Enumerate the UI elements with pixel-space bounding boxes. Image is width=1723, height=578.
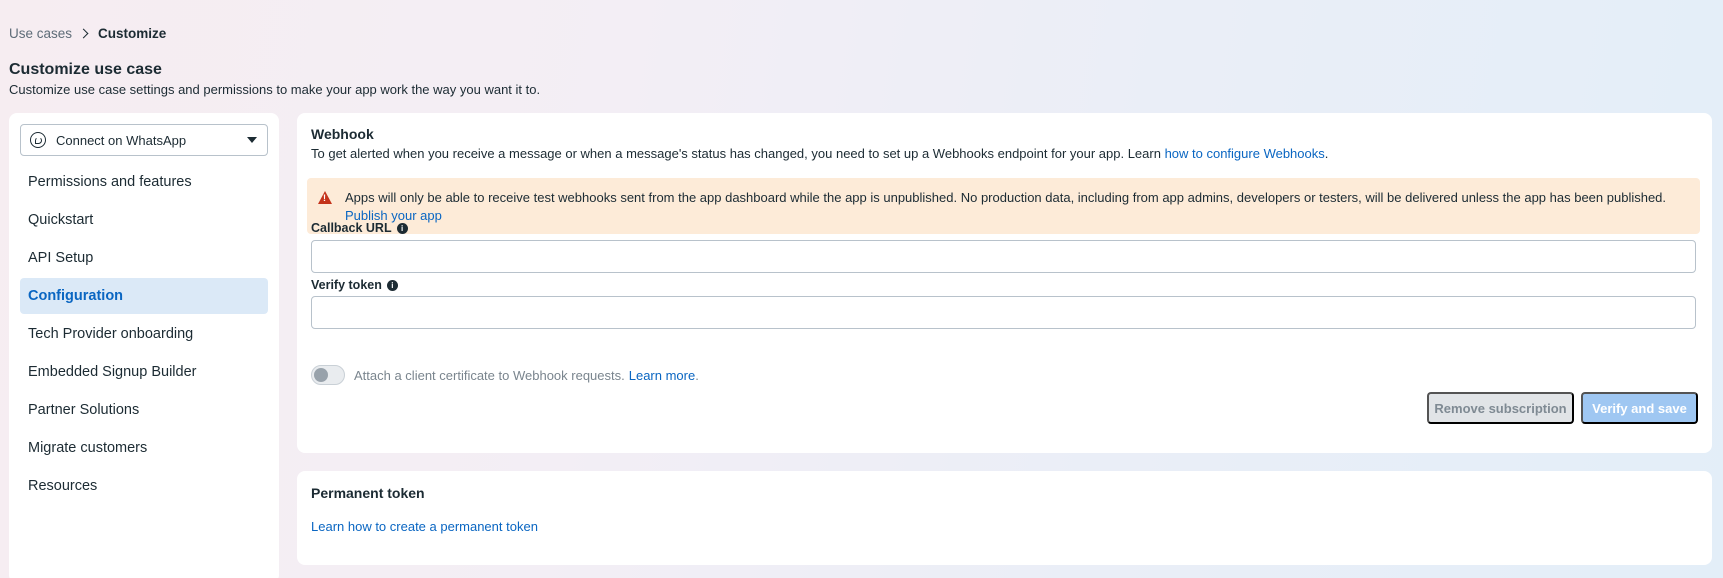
remove-subscription-button[interactable]: Remove subscription — [1427, 392, 1574, 424]
sidebar-item-migrate-customers[interactable]: Migrate customers — [20, 430, 268, 466]
learn-more-link[interactable]: Learn more — [629, 368, 695, 383]
webhook-description-end: . — [1324, 146, 1329, 161]
permanent-token-title: Permanent token — [311, 485, 425, 501]
sidebar: Connect on WhatsApp Permissions and feat… — [9, 113, 279, 578]
client-certificate-toggle[interactable] — [311, 365, 345, 385]
chevron-right-icon — [78, 28, 89, 39]
permanent-token-link[interactable]: Learn how to create a permanent token — [311, 519, 538, 534]
alert-text: Apps will only be able to receive test w… — [345, 190, 1667, 205]
sidebar-item-partner-solutions[interactable]: Partner Solutions — [20, 392, 268, 428]
webhook-description: To get alerted when you receive a messag… — [311, 146, 1328, 161]
info-icon[interactable]: i — [386, 279, 398, 291]
verify-token-label-text: Verify token — [311, 278, 382, 292]
webhook-description-text: To get alerted when you receive a messag… — [311, 146, 1165, 161]
page-subtitle: Customize use case settings and permissi… — [9, 82, 541, 97]
callback-url-label: Callback URL i — [311, 221, 408, 235]
alert-message: Apps will only be able to receive test w… — [345, 189, 1688, 234]
unpublished-alert: Apps will only be able to receive test w… — [307, 178, 1700, 234]
webhook-title: Webhook — [311, 126, 374, 142]
verify-token-input[interactable] — [311, 296, 1696, 329]
use-case-selector-label: Connect on WhatsApp — [56, 132, 187, 148]
client-certificate-row: Attach a client certificate to Webhook r… — [311, 365, 699, 385]
warning-icon — [318, 191, 332, 204]
sidebar-item-resources[interactable]: Resources — [20, 468, 268, 504]
breadcrumb: Use cases Customize — [9, 26, 166, 41]
permanent-token-card: Permanent token Learn how to create a pe… — [297, 471, 1712, 565]
page-title: Customize use case — [9, 61, 162, 78]
sidebar-item-tech-provider[interactable]: Tech Provider onboarding — [20, 316, 268, 352]
callback-url-label-text: Callback URL — [311, 221, 392, 235]
webhook-card: Webhook To get alerted when you receive … — [297, 113, 1712, 453]
sidebar-item-embedded-signup[interactable]: Embedded Signup Builder — [20, 354, 268, 390]
use-case-selector[interactable]: Connect on WhatsApp — [20, 124, 268, 156]
caret-down-icon — [247, 137, 257, 143]
sidebar-item-quickstart[interactable]: Quickstart — [20, 202, 268, 238]
verify-token-label: Verify token i — [311, 278, 398, 292]
client-certificate-text: Attach a client certificate to Webhook r… — [354, 367, 625, 383]
sidebar-item-configuration[interactable]: Configuration — [20, 278, 268, 314]
configure-webhooks-link[interactable]: how to configure Webhooks — [1165, 146, 1325, 161]
sidebar-item-permissions[interactable]: Permissions and features — [20, 164, 268, 200]
sidebar-item-api-setup[interactable]: API Setup — [20, 240, 268, 276]
breadcrumb-use-cases-link[interactable]: Use cases — [9, 26, 72, 41]
info-icon[interactable]: i — [396, 222, 408, 234]
whatsapp-icon — [30, 132, 46, 148]
breadcrumb-current: Customize — [98, 26, 167, 41]
verify-and-save-button[interactable]: Verify and save — [1581, 392, 1698, 424]
callback-url-input[interactable] — [311, 240, 1696, 273]
client-certificate-text-end: . — [695, 367, 699, 383]
